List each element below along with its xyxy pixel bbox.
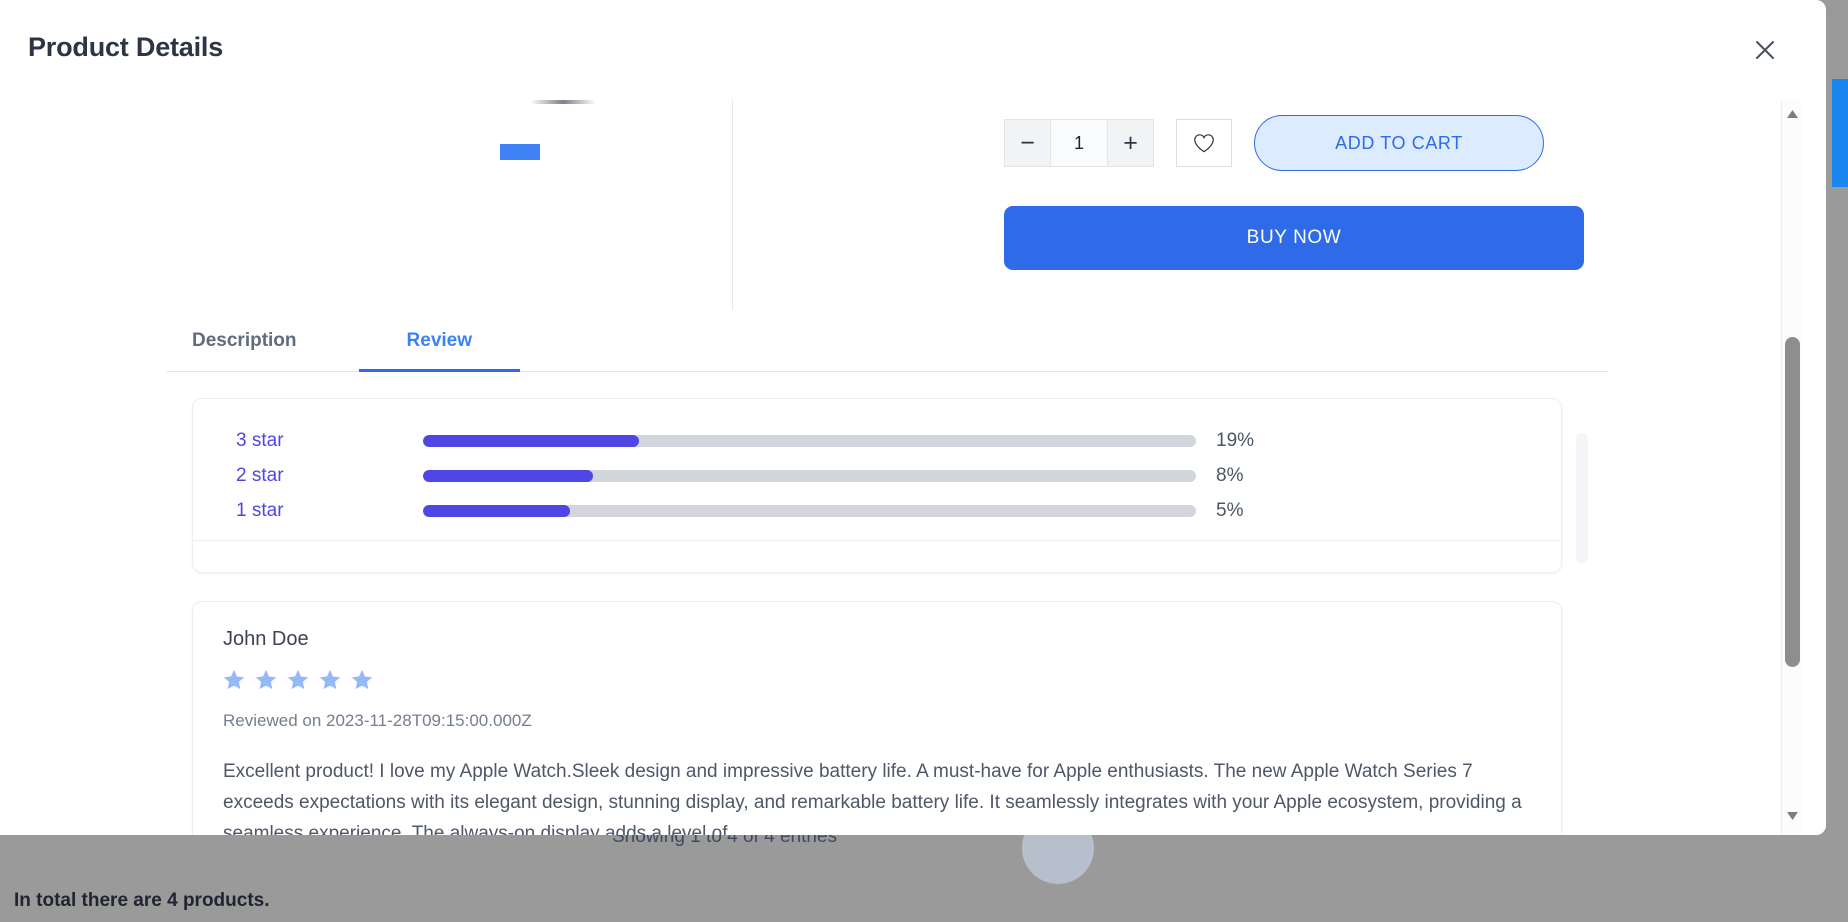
star-icon	[287, 669, 309, 695]
scroll-down-arrow-icon[interactable]	[1782, 807, 1803, 825]
rating-label[interactable]: 1 star	[193, 500, 423, 522]
review-star-rating	[223, 669, 1531, 695]
page-title: Product Details	[28, 32, 223, 63]
review-card: John Doe Reviewed on 2023-11-28T09:15:00…	[192, 601, 1562, 835]
product-details-modal: Product Details − 1 +	[0, 0, 1826, 835]
rating-row: 2 star 8%	[193, 458, 1561, 493]
rating-label[interactable]: 3 star	[193, 430, 423, 452]
rating-percent: 5%	[1216, 500, 1243, 522]
close-icon[interactable]	[1752, 37, 1778, 63]
rating-percent: 19%	[1216, 430, 1254, 452]
page-scrollbar-thumb[interactable]	[1832, 79, 1848, 187]
gallery-divider	[732, 100, 733, 310]
rating-track	[423, 435, 1196, 447]
buy-now-button[interactable]: BUY NOW	[1004, 206, 1584, 270]
review-date: Reviewed on 2023-11-28T09:15:00.000Z	[223, 711, 1531, 731]
heart-icon[interactable]	[1176, 119, 1232, 167]
rating-row: 3 star 19%	[193, 423, 1561, 458]
quantity-value[interactable]: 1	[1051, 119, 1107, 167]
rating-fill	[423, 435, 639, 447]
modal-scrollbar-thumb[interactable]	[1785, 337, 1800, 667]
modal-scrollbar[interactable]	[1781, 100, 1802, 835]
product-tabs: Description Review	[166, 310, 1608, 372]
quantity-stepper: − 1 +	[1004, 119, 1154, 167]
scroll-up-arrow-icon[interactable]	[1782, 105, 1803, 123]
rating-track	[423, 505, 1196, 517]
rating-distribution: 3 star 19% 2 star 8% 1 s	[193, 399, 1561, 528]
quantity-decrease-button[interactable]: −	[1004, 119, 1051, 167]
total-products-text: In total there are 4 products.	[14, 890, 270, 912]
review-summary-scrollbar[interactable]	[1576, 433, 1588, 563]
product-actions-row: − 1 + ADD TO CART	[1004, 115, 1544, 171]
quantity-increase-button[interactable]: +	[1107, 119, 1154, 167]
rating-label[interactable]: 2 star	[193, 465, 423, 487]
summary-divider	[193, 540, 1561, 541]
star-icon	[255, 669, 277, 695]
rating-fill	[423, 505, 570, 517]
rating-percent: 8%	[1216, 465, 1243, 487]
tab-review[interactable]: Review	[359, 310, 520, 372]
review-summary-card: 3 star 19% 2 star 8% 1 s	[192, 398, 1562, 573]
review-body-text: Excellent product! I love my Apple Watch…	[223, 757, 1531, 835]
modal-header: Product Details	[0, 0, 1826, 100]
star-icon	[223, 669, 245, 695]
product-top-section: − 1 + ADD TO CART BUY NOW	[0, 100, 1792, 310]
reviewer-name: John Doe	[223, 628, 1531, 651]
tab-description[interactable]: Description	[166, 310, 359, 372]
rating-track	[423, 470, 1196, 482]
color-swatch-blue[interactable]	[500, 144, 540, 160]
star-icon	[319, 669, 341, 695]
product-thumbnail-partial[interactable]	[530, 100, 596, 104]
modal-body: − 1 + ADD TO CART BUY NOW Description	[0, 100, 1826, 835]
star-icon	[351, 669, 373, 695]
rating-row: 1 star 5%	[193, 493, 1561, 528]
rating-fill	[423, 470, 593, 482]
add-to-cart-button[interactable]: ADD TO CART	[1254, 115, 1544, 171]
